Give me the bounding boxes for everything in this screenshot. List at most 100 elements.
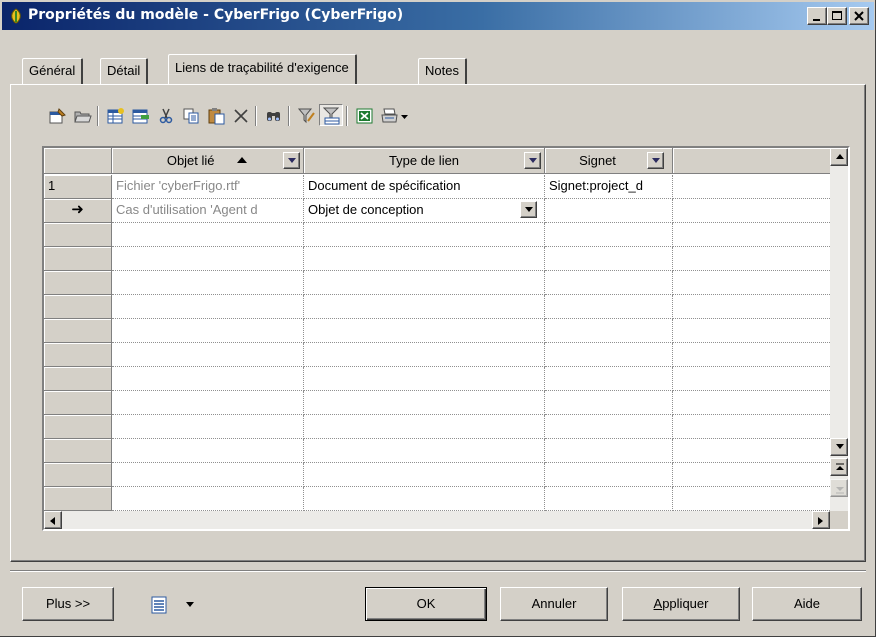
apply-button[interactable]: Appliquer <box>622 587 740 621</box>
empty-cell[interactable] <box>112 295 304 319</box>
empty-cell[interactable] <box>545 271 673 295</box>
link-type-select-value[interactable]: Objet de conception <box>308 202 424 217</box>
link-type-dropdown-button[interactable] <box>520 201 537 218</box>
cell-signet[interactable] <box>545 199 673 223</box>
empty-cell[interactable] <box>673 391 832 415</box>
cut-button[interactable] <box>153 104 177 126</box>
scroll-right-button[interactable] <box>812 511 830 529</box>
empty-cell[interactable] <box>304 223 545 247</box>
empty-cell[interactable] <box>112 487 304 511</box>
vertical-scrollbar[interactable] <box>830 148 848 511</box>
row-header[interactable] <box>44 391 112 415</box>
empty-cell[interactable] <box>304 319 545 343</box>
empty-cell[interactable] <box>545 295 673 319</box>
empty-cell[interactable] <box>673 319 832 343</box>
column-header-type-de-lien[interactable]: Type de lien <box>304 148 545 174</box>
column-header-objet-lie[interactable]: Objet lié <box>112 148 304 174</box>
empty-cell[interactable] <box>304 295 545 319</box>
empty-cell[interactable] <box>112 367 304 391</box>
empty-cell[interactable] <box>673 367 832 391</box>
properties-button[interactable] <box>45 104 69 126</box>
scroll-left-button[interactable] <box>44 511 62 529</box>
empty-cell[interactable] <box>673 247 832 271</box>
enable-filter-button[interactable] <box>319 104 343 126</box>
row-header[interactable] <box>44 223 112 247</box>
cell-type-de-lien-editor[interactable]: Objet de conception <box>304 199 545 223</box>
row-header[interactable] <box>44 247 112 271</box>
empty-cell[interactable] <box>673 223 832 247</box>
empty-cell[interactable] <box>545 367 673 391</box>
row-header[interactable] <box>44 439 112 463</box>
cancel-button[interactable]: Annuler <box>500 587 608 621</box>
empty-cell[interactable] <box>304 487 545 511</box>
empty-cell[interactable] <box>112 415 304 439</box>
paste-button[interactable] <box>203 104 227 126</box>
empty-cell[interactable] <box>673 295 832 319</box>
empty-cell[interactable] <box>545 439 673 463</box>
column-filter-dropdown[interactable] <box>283 152 300 169</box>
empty-cell[interactable] <box>304 391 545 415</box>
empty-cell[interactable] <box>545 319 673 343</box>
empty-cell[interactable] <box>673 271 832 295</box>
minimize-button[interactable] <box>807 7 827 25</box>
row-header[interactable] <box>44 415 112 439</box>
cell-signet[interactable]: Signet:project_d <box>545 175 673 199</box>
row-header[interactable] <box>44 367 112 391</box>
empty-cell[interactable] <box>304 343 545 367</box>
empty-cell[interactable] <box>112 271 304 295</box>
empty-cell[interactable] <box>304 247 545 271</box>
delete-button[interactable] <box>228 104 252 126</box>
title-bar[interactable]: Propriétés du modèle - CyberFrigo (Cyber… <box>2 2 874 30</box>
empty-cell[interactable] <box>545 343 673 367</box>
scroll-up-button[interactable] <box>830 148 848 166</box>
empty-cell[interactable] <box>112 247 304 271</box>
row-header[interactable]: 1 <box>44 175 112 199</box>
more-button[interactable]: Plus >> <box>22 587 114 621</box>
filter-button[interactable] <box>294 104 318 126</box>
page-up-button[interactable] <box>830 458 848 476</box>
empty-cell[interactable] <box>673 343 832 367</box>
insert-row-button[interactable] <box>128 104 152 126</box>
empty-cell[interactable] <box>304 367 545 391</box>
empty-cell[interactable] <box>545 463 673 487</box>
empty-cell[interactable] <box>545 247 673 271</box>
column-header-signet[interactable]: Signet <box>545 148 673 174</box>
row-header[interactable] <box>44 487 112 511</box>
empty-cell[interactable] <box>673 487 832 511</box>
row-header[interactable] <box>44 295 112 319</box>
tab-general[interactable]: Général <box>22 58 84 84</box>
add-rows-button[interactable] <box>103 104 127 126</box>
current-row-indicator[interactable]: ➜ <box>44 199 112 223</box>
row-header[interactable] <box>44 319 112 343</box>
print-dropdown-button[interactable] <box>397 104 415 126</box>
empty-cell[interactable] <box>112 463 304 487</box>
row-header[interactable] <box>44 463 112 487</box>
empty-cell[interactable] <box>304 463 545 487</box>
row-header[interactable] <box>44 271 112 295</box>
column-filter-dropdown[interactable] <box>524 152 541 169</box>
horizontal-scrollbar[interactable] <box>44 511 830 529</box>
copy-button[interactable] <box>178 104 202 126</box>
scroll-down-button[interactable] <box>830 438 848 456</box>
tab-detail[interactable]: Détail <box>100 58 149 84</box>
row-header[interactable] <box>44 343 112 367</box>
empty-cell[interactable] <box>112 319 304 343</box>
page-down-button[interactable] <box>830 479 848 497</box>
maximize-button[interactable] <box>827 7 847 25</box>
column-filter-dropdown[interactable] <box>647 152 664 169</box>
print-options-button[interactable] <box>134 587 202 621</box>
empty-cell[interactable] <box>112 439 304 463</box>
excel-export-button[interactable] <box>352 104 376 126</box>
cell-objet-lie[interactable]: Cas d'utilisation 'Agent d <box>112 199 304 223</box>
empty-cell[interactable] <box>545 487 673 511</box>
empty-cell[interactable] <box>545 391 673 415</box>
ok-button[interactable]: OK <box>365 587 487 621</box>
find-button[interactable] <box>261 104 285 126</box>
close-button[interactable] <box>849 7 869 25</box>
cell-objet-lie[interactable]: Fichier 'cyberFrigo.rtf' <box>112 175 304 199</box>
cell-type-de-lien[interactable]: Document de spécification <box>304 175 545 199</box>
open-button[interactable] <box>70 104 94 126</box>
tab-notes[interactable]: Notes <box>418 58 467 84</box>
empty-cell[interactable] <box>304 271 545 295</box>
empty-cell[interactable] <box>673 415 832 439</box>
